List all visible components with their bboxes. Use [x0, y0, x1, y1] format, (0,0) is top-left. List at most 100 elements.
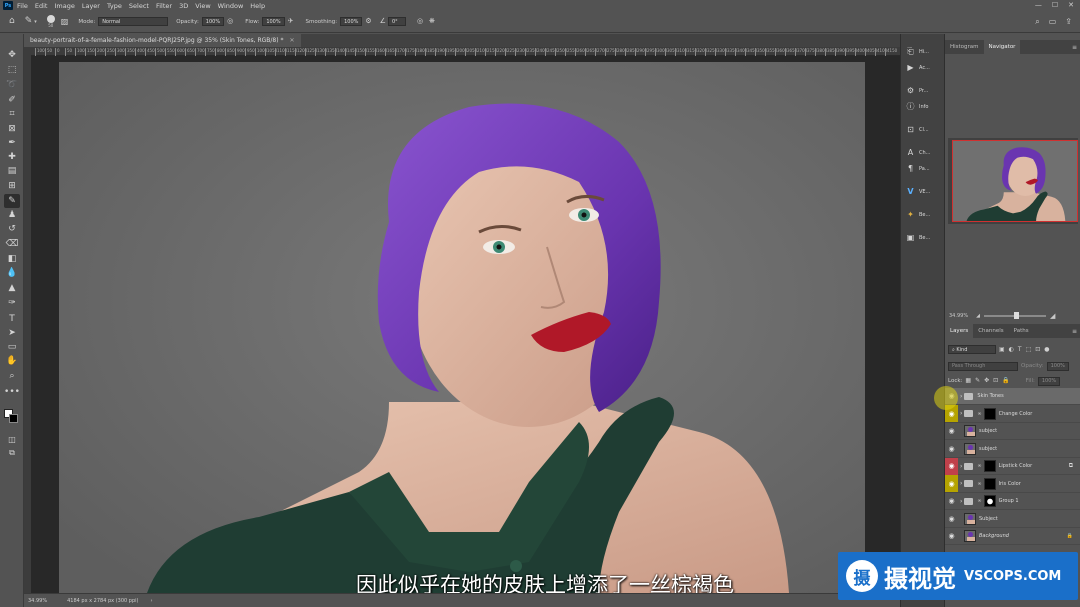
blur-tool-icon[interactable]: 💧: [4, 266, 20, 280]
group-expand-chevron-icon[interactable]: ›: [960, 498, 962, 505]
type-tool-icon[interactable]: T: [4, 312, 20, 326]
dodge-tool-icon[interactable]: ▲: [4, 281, 20, 295]
tab-paths[interactable]: Paths: [1009, 324, 1034, 338]
filter-kind-select[interactable]: ⌕ Kind: [948, 345, 996, 354]
history-brush-tool-icon[interactable]: ↺: [4, 222, 20, 236]
status-menu-chevron-icon[interactable]: ›: [150, 598, 152, 604]
lock-artboard-icon[interactable]: ⊡: [993, 378, 998, 384]
lock-position-icon[interactable]: ✥: [984, 378, 989, 384]
dock-info[interactable]: ⓘ Info: [905, 99, 943, 114]
close-tab-icon[interactable]: ✕: [289, 37, 294, 44]
symmetry-icon[interactable]: ❋: [429, 18, 435, 25]
menu-file[interactable]: File: [17, 2, 28, 10]
dock-actions[interactable]: ▶ Ac...: [905, 60, 943, 75]
dock-beauty-1[interactable]: ✦ Be...: [905, 207, 943, 222]
zoom-in-icon[interactable]: ◢: [1050, 312, 1055, 320]
mask-link-icon[interactable]: ∞: [977, 498, 981, 504]
hand-tool-icon[interactable]: ✋: [4, 354, 20, 368]
filter-smart-object-icon[interactable]: ⊡: [1035, 346, 1040, 353]
tab-navigator[interactable]: Navigator: [983, 40, 1021, 54]
menu-image[interactable]: Image: [54, 2, 74, 10]
layer-thumbnail[interactable]: [964, 442, 976, 455]
menu-select[interactable]: Select: [129, 2, 149, 10]
filter-toggle-icon[interactable]: ●: [1044, 346, 1049, 353]
layers-menu-icon[interactable]: ≡: [1072, 328, 1077, 335]
lock-all-icon[interactable]: 🔒: [1002, 378, 1009, 384]
layer-row[interactable]: ◉ subject: [945, 441, 1080, 458]
quick-select-tool-icon[interactable]: ✐: [4, 93, 20, 107]
stamp-tool-icon[interactable]: ⊞: [4, 179, 20, 193]
brush-size-picker[interactable]: 50: [46, 15, 55, 28]
navigator-view-box[interactable]: [952, 140, 1078, 222]
angle-field[interactable]: 0°: [387, 17, 406, 26]
lock-pixels-icon[interactable]: ✎: [975, 378, 980, 384]
lasso-tool-icon[interactable]: ➰: [4, 78, 20, 92]
lock-transparent-icon[interactable]: ▦: [965, 378, 971, 384]
background-color-swatch[interactable]: [9, 414, 18, 423]
group-expand-chevron-icon[interactable]: ›: [960, 463, 962, 470]
dock-history[interactable]: ⎗ Hi...: [905, 44, 943, 59]
healing-brush-tool-icon[interactable]: ✚: [4, 150, 20, 164]
menu-filter[interactable]: Filter: [156, 2, 172, 10]
pressure-size-icon[interactable]: ◎: [417, 18, 423, 25]
mask-link-icon[interactable]: ∞: [977, 411, 981, 417]
canvas-area[interactable]: [31, 56, 900, 593]
minimize-icon[interactable]: —: [1035, 2, 1042, 9]
layer-thumbnail[interactable]: [964, 512, 976, 525]
filter-type-icon[interactable]: T: [1018, 346, 1022, 353]
document-image[interactable]: [59, 62, 865, 593]
zoom-slider-handle[interactable]: [1013, 312, 1019, 319]
crop-tool-icon[interactable]: ⌗: [4, 107, 20, 121]
layer-mask-thumbnail[interactable]: [983, 460, 996, 472]
panel-menu-icon[interactable]: ≡: [1072, 44, 1077, 51]
filter-adjustment-icon[interactable]: ◐: [1009, 346, 1014, 353]
smoothing-field[interactable]: 100%: [340, 17, 363, 26]
more-tools-icon[interactable]: •••: [4, 385, 20, 399]
screen-mode-icon[interactable]: ⧉: [4, 446, 20, 460]
menu-layer[interactable]: Layer: [82, 2, 100, 10]
airbrush-icon[interactable]: ✈: [288, 18, 294, 25]
eyedropper-tool-icon[interactable]: ✒: [4, 136, 20, 150]
menu-help[interactable]: Help: [250, 2, 265, 10]
group-expand-chevron-icon[interactable]: ›: [960, 393, 962, 400]
layer-row[interactable]: ◉›Skin Tones: [945, 388, 1080, 405]
move-tool-icon[interactable]: ✥: [4, 48, 20, 62]
zoom-tool-icon[interactable]: ⌕: [4, 369, 20, 383]
layer-row[interactable]: ◉ › ∞ Lipstick Color ⧉: [945, 457, 1080, 475]
mask-link-icon[interactable]: ∞: [977, 481, 981, 487]
layer-mask-thumbnail[interactable]: [983, 407, 996, 420]
tab-layers[interactable]: Layers: [945, 324, 974, 338]
layer-mask-thumbnail[interactable]: [983, 477, 996, 490]
flow-field[interactable]: 100%: [262, 17, 285, 26]
layer-row[interactable]: ◉ › ∞ Change Color: [945, 405, 1080, 423]
layer-row[interactable]: ◉ Background 🔒: [945, 528, 1080, 545]
menu-view[interactable]: View: [195, 2, 210, 10]
dock-paragraph[interactable]: ¶ Pa...: [905, 161, 943, 176]
visibility-eye-icon[interactable]: ◉: [945, 475, 958, 492]
close-icon[interactable]: ✕: [1068, 2, 1074, 9]
patch-tool-icon[interactable]: ▤: [4, 164, 20, 178]
opacity-field[interactable]: 100%: [201, 17, 225, 26]
dock-beauty-2[interactable]: ▣ Be...: [905, 230, 943, 245]
brush-tool-active-icon[interactable]: ✎: [4, 194, 20, 208]
blend-mode-select[interactable]: Pass Through: [948, 361, 1018, 371]
dock-clone-source[interactable]: ⊡ Cl...: [905, 122, 943, 137]
share-icon[interactable]: ⇪: [1065, 17, 1072, 26]
tab-channels[interactable]: Channels: [973, 324, 1008, 338]
workspace-icon[interactable]: ▭: [1049, 17, 1057, 26]
mask-link-icon[interactable]: ∞: [977, 463, 981, 469]
layer-row[interactable]: ◉ Subject: [945, 511, 1080, 528]
maximize-icon[interactable]: ☐: [1052, 2, 1058, 9]
clone-stamp-tool-icon[interactable]: ♟: [4, 208, 20, 222]
filter-pixel-icon[interactable]: ▣: [999, 346, 1005, 353]
menu-window[interactable]: Window: [218, 2, 244, 10]
visibility-eye-icon[interactable]: ◉: [945, 528, 958, 545]
dock-properties[interactable]: ⚙ Pr...: [905, 83, 943, 98]
menu-type[interactable]: Type: [107, 2, 122, 10]
layer-thumbnail[interactable]: [964, 530, 976, 542]
layer-thumbnail[interactable]: [964, 425, 976, 437]
brush-tool-icon[interactable]: ✎: [25, 17, 33, 26]
group-expand-chevron-icon[interactable]: ›: [960, 480, 962, 487]
menu-edit[interactable]: Edit: [35, 2, 48, 10]
marquee-tool-icon[interactable]: ⬚: [4, 63, 20, 77]
